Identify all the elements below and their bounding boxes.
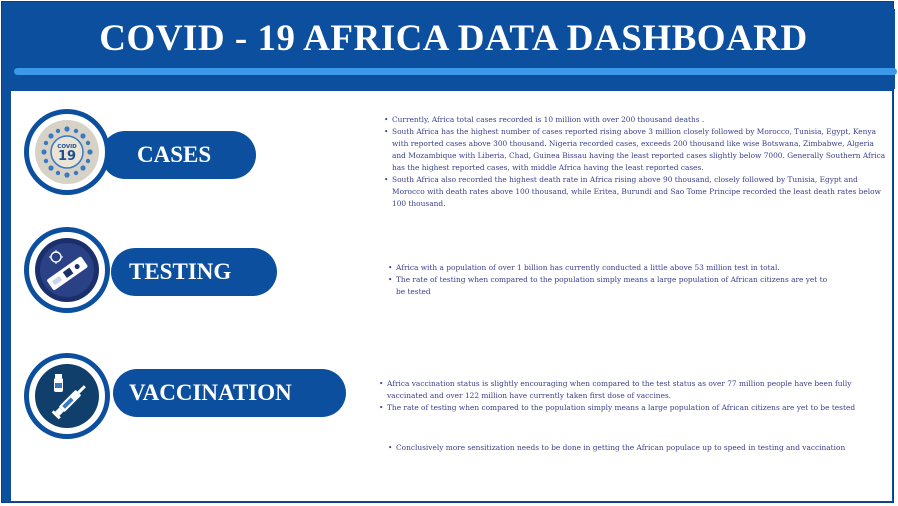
list-item: South Africa has the highest number of c… (384, 126, 886, 174)
list-item: The rate of testing when compared to the… (379, 402, 884, 414)
list-item: The rate of testing when compared to the… (388, 274, 828, 298)
cases-notes: Currently, Africa total cases recorded i… (384, 114, 886, 210)
dashboard-frame: COVID - 19 AFRICA DATA DASHBOARD CASES C… (1, 1, 897, 503)
vaccination-notes: Africa vaccination status is slightly en… (379, 378, 884, 414)
cases-label: CASES (137, 142, 212, 167)
dashboard-title: COVID - 19 AFRICA DATA DASHBOARD (99, 18, 808, 59)
cases-badge: COVID 19 (24, 109, 110, 195)
list-item: Currently, Africa total cases recorded i… (384, 114, 886, 126)
header-accent-bar (14, 68, 897, 75)
testing-badge (24, 227, 110, 313)
list-item: South Africa also recorded the highest d… (384, 174, 886, 210)
testing-label: TESTING (129, 259, 232, 284)
testing-pill: TESTING (111, 248, 277, 296)
svg-text:19: 19 (58, 149, 76, 164)
vaccine-icon (35, 364, 99, 428)
vaccination-label: VACCINATION (129, 380, 292, 405)
vaccination-pill: VACCINATION (113, 369, 346, 417)
covid-19-virus-icon: COVID 19 (35, 120, 99, 184)
cases-pill: CASES (101, 131, 256, 179)
dashboard-header: COVID - 19 AFRICA DATA DASHBOARD (12, 9, 897, 89)
list-item: Africa with a population of over 1 billi… (388, 262, 828, 274)
conclusion-text: Conclusively more sensitization needs to… (388, 442, 878, 454)
conclusion-note: Conclusively more sensitization needs to… (388, 442, 878, 454)
test-kit-icon (35, 238, 99, 302)
content-panel: CASES COVID 19 • Currently, Africa total… (11, 91, 892, 501)
list-item: Africa vaccination status is slightly en… (379, 378, 884, 402)
vaccination-badge (24, 353, 110, 439)
testing-notes: Africa with a population of over 1 billi… (388, 262, 828, 298)
